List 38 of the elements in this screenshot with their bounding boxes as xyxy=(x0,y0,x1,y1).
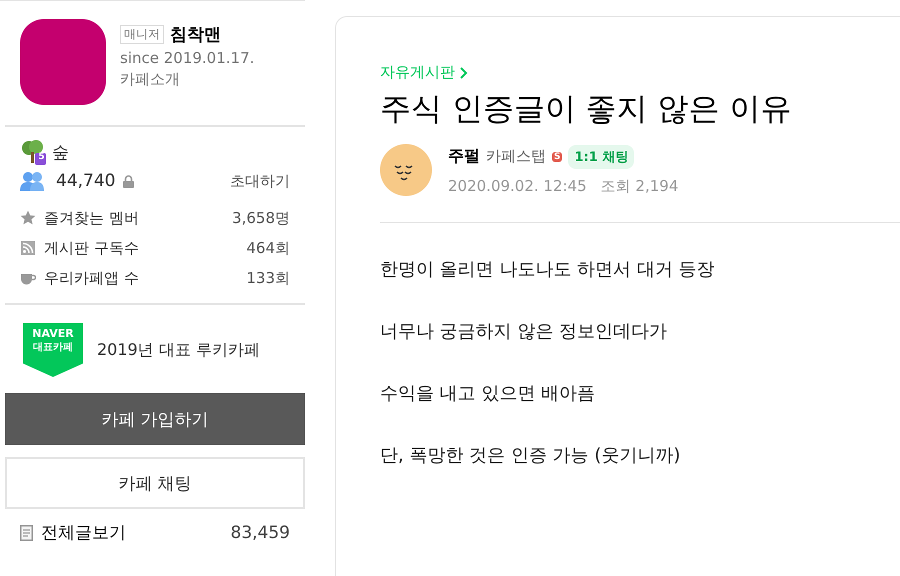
staff-badge: S xyxy=(552,152,562,162)
stat-value: 133회 xyxy=(246,268,290,288)
cafe-level: 숲 xyxy=(52,142,69,164)
article-paragraph: 너무나 궁금하지 않은 정보인데다가 xyxy=(380,320,668,343)
view-count: 조회 2,194 xyxy=(600,176,678,196)
manager-badge: 매니저 xyxy=(120,25,164,44)
article-title: 주식 인증글이 좋지 않은 이유 xyxy=(380,90,792,129)
all-posts-link[interactable]: 전체글보기 xyxy=(41,521,126,544)
tree-level-icon xyxy=(20,139,46,165)
join-cafe-button[interactable]: 카페 가입하기 xyxy=(5,393,305,445)
article-paragraph: 수익을 내고 있으면 배아픔 xyxy=(380,382,596,405)
document-icon xyxy=(20,524,33,540)
member-count: 44,740 xyxy=(56,171,116,191)
article-paragraph: 단, 폭망한 것은 인증 가능 (웃기니까) xyxy=(380,444,682,467)
author-name[interactable]: 주펄 xyxy=(448,146,480,167)
since-date: since 2019.01.17. xyxy=(120,49,254,67)
cup-icon xyxy=(20,271,36,285)
cafe-chat-button[interactable]: 카페 채팅 xyxy=(5,457,305,509)
stat-value: 3,658명 xyxy=(232,208,290,228)
avatar-icon xyxy=(380,144,432,196)
post-date: 2020.09.02. 12:45 xyxy=(448,176,587,196)
award-text: 2019년 대표 루키카페 xyxy=(97,340,260,360)
cafe-intro-link[interactable]: 카페소개 xyxy=(120,70,254,89)
stat-value: 464회 xyxy=(246,238,290,258)
members-icon xyxy=(20,171,44,191)
manager-name[interactable]: 침착맨 xyxy=(170,23,221,46)
naver-award-badge: NAVER 대표카페 xyxy=(23,323,83,377)
star-icon xyxy=(20,210,36,226)
invite-link[interactable]: 초대하기 xyxy=(230,172,290,190)
stat-label: 게시판 구독수 xyxy=(44,238,139,258)
post-count: 83,459 xyxy=(230,522,290,542)
stat-label: 즐겨찾는 멤버 xyxy=(44,208,139,228)
chevron-right-icon xyxy=(459,66,468,78)
stat-label: 우리카페앱 수 xyxy=(44,268,139,288)
article-paragraph: 한명이 올리면 나도나도 하면서 대거 등장 xyxy=(380,258,716,281)
rss-icon xyxy=(20,241,36,255)
lock-icon xyxy=(123,174,134,188)
author-level: 카페스탭 xyxy=(486,147,546,166)
